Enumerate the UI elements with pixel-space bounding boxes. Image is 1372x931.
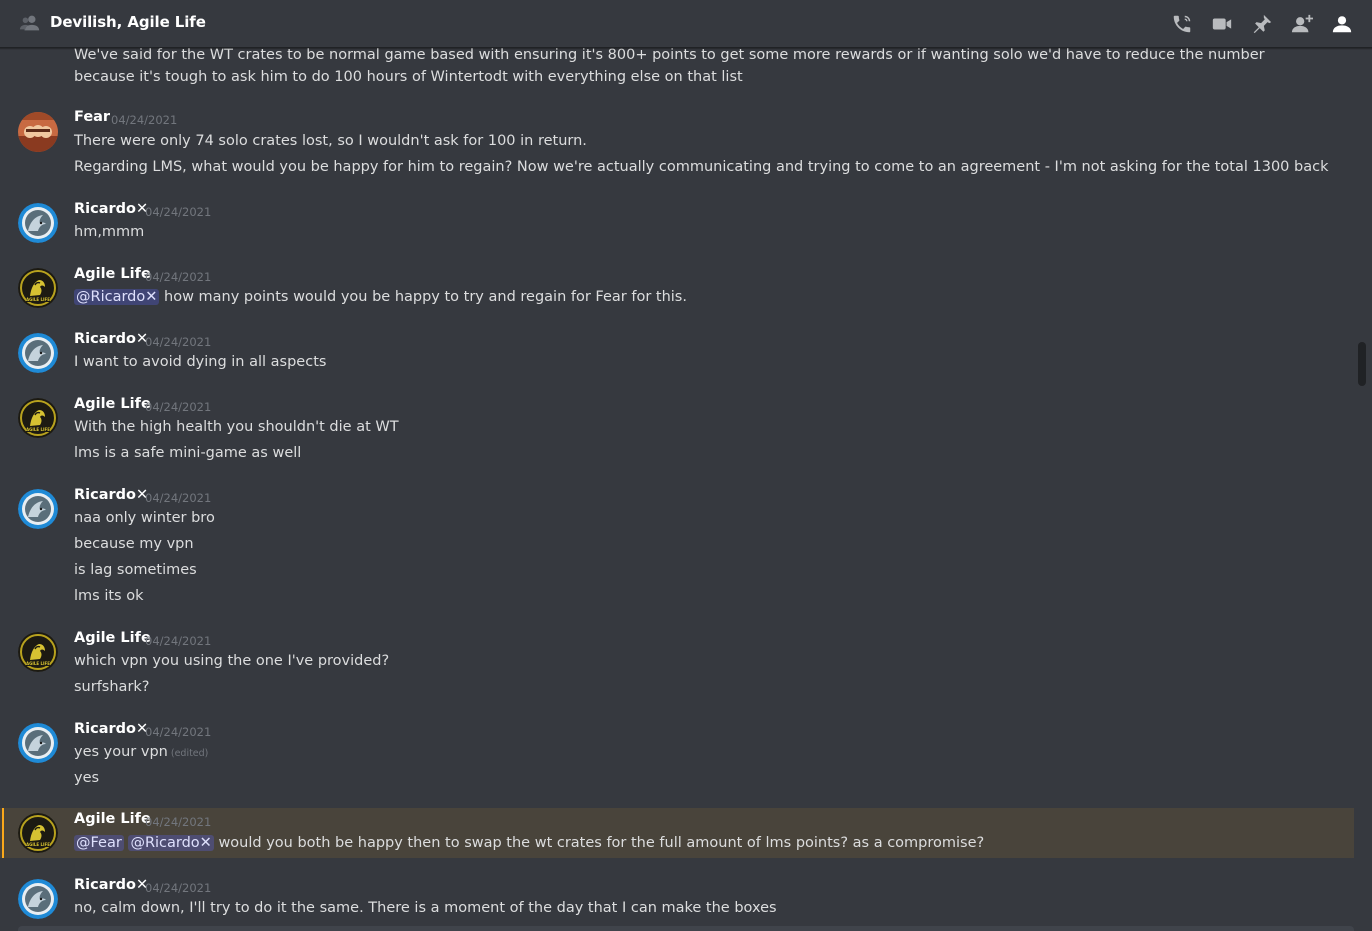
start-voice-call-button[interactable] bbox=[1170, 12, 1194, 36]
message-content: lms its ok bbox=[74, 588, 144, 604]
add-user-icon bbox=[1291, 14, 1313, 33]
message-content: hm,mmm bbox=[74, 224, 145, 240]
user-mention[interactable]: @Ricardo✕ bbox=[74, 289, 160, 305]
message-content: @Fear @Ricardo✕ would you both be happy … bbox=[74, 832, 984, 854]
phone-call-icon bbox=[1173, 15, 1191, 33]
message-continuation: We've said for the WT crates to be norma… bbox=[0, 48, 1354, 92]
message-timestamp: 04/24/2021 bbox=[145, 335, 212, 349]
message-timestamp: 04/24/2021 bbox=[145, 815, 212, 829]
svg-text:AGILE LIFE: AGILE LIFE bbox=[26, 842, 50, 847]
video-camera-icon bbox=[1212, 18, 1232, 30]
message-timestamp: 04/24/2021 bbox=[145, 881, 212, 895]
message-timestamp: 04/24/2021 bbox=[145, 270, 212, 284]
message-text: how many points would you be happy to tr… bbox=[159, 289, 687, 305]
message-timestamp: 04/24/2021 bbox=[145, 634, 212, 648]
message-input-edge bbox=[18, 926, 1354, 931]
dm-channel: Devilish, Agile Life We've said for the … bbox=[0, 0, 1372, 931]
message-content: yes your vpn (edited) bbox=[74, 741, 208, 765]
message-scrollbar[interactable] bbox=[1356, 48, 1372, 931]
message-group: AGILE LIFE Agile Life 04/24/2021 @Ricard… bbox=[0, 262, 1354, 312]
message-group-mentioned: AGILE LIFE Agile Life 04/24/2021 @Fear @… bbox=[0, 808, 1354, 858]
message-content: because my vpn bbox=[74, 536, 194, 552]
user-mention[interactable]: @Fear bbox=[74, 835, 124, 851]
message-group: AGILE LIFE Agile Life 04/24/2021 With th… bbox=[0, 392, 1354, 468]
message-author[interactable]: Agile Life bbox=[74, 811, 151, 827]
message-content: is lag sometimes bbox=[74, 562, 197, 578]
fear-avatar[interactable] bbox=[18, 112, 58, 152]
user-mention[interactable]: @Ricardo✕ bbox=[128, 835, 214, 851]
svg-text:AGILE LIFE: AGILE LIFE bbox=[26, 297, 50, 302]
message-author[interactable]: Fear bbox=[74, 109, 110, 125]
ricardo-shark-avatar[interactable] bbox=[18, 333, 58, 373]
ricardo-shark-avatar[interactable] bbox=[18, 203, 58, 243]
message-timestamp: 04/24/2021 bbox=[145, 400, 212, 414]
message-author[interactable]: Ricardo✕ bbox=[74, 487, 148, 503]
message-group: Ricardo✕ 04/24/2021 yes your vpn (edited)… bbox=[0, 717, 1354, 793]
ricardo-shark-avatar[interactable] bbox=[18, 879, 58, 919]
group-dm-icon bbox=[19, 15, 40, 31]
message-group: Ricardo✕ 04/24/2021 I want to avoid dyin… bbox=[0, 327, 1354, 377]
member-list-icon bbox=[1332, 16, 1352, 33]
channel-title: Devilish, Agile Life bbox=[50, 13, 206, 31]
member-list-toggle[interactable] bbox=[1330, 12, 1354, 36]
agile-life-avatar[interactable]: AGILE LIFE bbox=[18, 398, 58, 438]
message-timestamp: 04/24/2021 bbox=[145, 205, 212, 219]
message-group: Ricardo✕ 04/24/2021 no, calm down, I'll … bbox=[0, 873, 1354, 931]
scrollbar-thumb[interactable] bbox=[1358, 342, 1366, 386]
message-text: yes your vpn bbox=[74, 744, 168, 760]
message-content: surfshark? bbox=[74, 679, 150, 695]
message-author[interactable]: Agile Life bbox=[74, 630, 151, 646]
message-group: Ricardo✕ 04/24/2021 hm,mmm bbox=[0, 197, 1354, 247]
message-content: There were only 74 solo crates lost, so … bbox=[74, 133, 587, 149]
message-content: We've said for the WT crates to be norma… bbox=[74, 48, 1265, 85]
agile-life-avatar[interactable]: AGILE LIFE bbox=[18, 268, 58, 308]
message-author[interactable]: Agile Life bbox=[74, 266, 151, 282]
message-content: naa only winter bro bbox=[74, 510, 215, 526]
message-list: We've said for the WT crates to be norma… bbox=[0, 48, 1356, 931]
message-author[interactable]: Ricardo✕ bbox=[74, 331, 148, 347]
message-group: Fear 04/24/2021 There were only 74 solo … bbox=[0, 106, 1354, 182]
message-text: would you both be happy then to swap the… bbox=[213, 835, 985, 851]
svg-text:AGILE LIFE: AGILE LIFE bbox=[26, 427, 50, 432]
agile-life-avatar[interactable]: AGILE LIFE bbox=[18, 632, 58, 672]
pin-icon bbox=[1253, 14, 1272, 34]
message-author[interactable]: Agile Life bbox=[74, 396, 151, 412]
message-content: no, calm down, I'll try to do it the sam… bbox=[74, 900, 777, 916]
message-timestamp: 04/24/2021 bbox=[145, 725, 212, 739]
agile-life-avatar[interactable]: AGILE LIFE bbox=[18, 813, 58, 853]
pinned-messages-button[interactable] bbox=[1250, 12, 1274, 36]
message-content: yes bbox=[74, 770, 100, 786]
message-timestamp: 04/24/2021 bbox=[111, 113, 178, 127]
message-content: I want to avoid dying in all aspects bbox=[74, 354, 327, 370]
message-timestamp: 04/24/2021 bbox=[145, 491, 212, 505]
message-author[interactable]: Ricardo✕ bbox=[74, 721, 148, 737]
message-content: which vpn you using the one I've provide… bbox=[74, 653, 390, 669]
message-content: Regarding LMS, what would you be happy f… bbox=[74, 159, 1329, 175]
svg-text:AGILE LIFE: AGILE LIFE bbox=[26, 661, 50, 666]
message-author[interactable]: Ricardo✕ bbox=[74, 877, 148, 893]
message-group: Ricardo✕ 04/24/2021 naa only winter bro … bbox=[0, 483, 1354, 611]
message-content: With the high health you shouldn't die a… bbox=[74, 419, 399, 435]
ricardo-shark-avatar[interactable] bbox=[18, 723, 58, 763]
add-friends-to-dm-button[interactable] bbox=[1290, 12, 1314, 36]
ricardo-shark-avatar[interactable] bbox=[18, 489, 58, 529]
start-video-call-button[interactable] bbox=[1210, 12, 1234, 36]
message-content: @Ricardo✕ how many points would you be h… bbox=[74, 286, 687, 308]
message-content: lms is a safe mini-game as well bbox=[74, 445, 302, 461]
message-author[interactable]: Ricardo✕ bbox=[74, 201, 148, 217]
message-group: AGILE LIFE Agile Life 04/24/2021 which v… bbox=[0, 626, 1354, 702]
edited-tag: (edited) bbox=[170, 748, 209, 759]
channel-header: Devilish, Agile Life bbox=[0, 0, 1372, 48]
header-toolbar bbox=[1170, 10, 1354, 38]
